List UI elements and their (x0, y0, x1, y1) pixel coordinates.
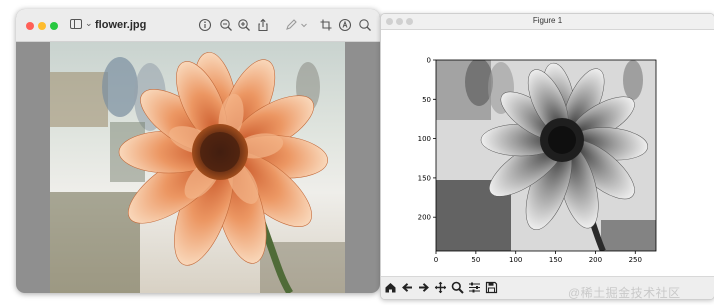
x-tick-label: 150 (549, 256, 562, 264)
zoom-in-icon[interactable] (237, 18, 251, 32)
x-tick-label: 250 (629, 256, 642, 264)
pan-icon[interactable] (434, 281, 447, 294)
share-icon[interactable] (256, 18, 270, 32)
crop-icon[interactable] (319, 18, 333, 32)
flower-photo (50, 42, 345, 293)
close-button[interactable] (26, 22, 34, 30)
figure-window: Figure 1 0 50 100 150 200 250 0 50 100 1… (380, 13, 714, 300)
figure-titlebar: Figure 1 (381, 14, 714, 30)
y-tick-label: 0 (427, 57, 431, 65)
configure-icon[interactable] (468, 281, 481, 294)
search-icon[interactable] (358, 18, 372, 32)
window-title: flower.jpg (95, 19, 147, 31)
figure-canvas[interactable]: 0 50 100 150 200 250 0 50 100 150 200 (381, 30, 714, 276)
zoom-window-button[interactable] (50, 22, 58, 30)
zoom-out-icon[interactable] (219, 18, 233, 32)
preview-window: ⌄ flower.jpg (16, 9, 380, 293)
x-tick-label: 100 (509, 256, 522, 264)
pen-icon[interactable] (284, 18, 298, 32)
pen-options-chevron-icon[interactable] (300, 18, 308, 32)
minimize-button[interactable] (38, 22, 46, 30)
preview-titlebar: ⌄ flower.jpg (16, 9, 380, 42)
grayscale-image (436, 60, 656, 251)
sidebar-icon[interactable] (70, 19, 82, 29)
y-axis: 0 50 100 150 200 (418, 57, 436, 222)
back-icon[interactable] (401, 281, 414, 294)
x-tick-label: 200 (589, 256, 602, 264)
chevron-down-icon[interactable]: ⌄ (85, 18, 93, 29)
forward-icon[interactable] (417, 281, 430, 294)
y-tick-label: 100 (418, 135, 431, 143)
zoom-icon[interactable] (451, 281, 464, 294)
home-icon[interactable] (384, 281, 397, 294)
save-icon[interactable] (485, 281, 498, 294)
info-icon[interactable] (198, 18, 212, 32)
figure-title: Figure 1 (532, 16, 563, 25)
y-tick-label: 50 (422, 96, 431, 104)
watermark: @稀土掘金技术社区 (568, 286, 681, 300)
markup-icon[interactable] (338, 18, 352, 32)
x-tick-label: 0 (434, 256, 438, 264)
x-tick-label: 50 (471, 256, 480, 264)
y-tick-label: 150 (418, 174, 431, 182)
x-axis: 0 50 100 150 200 250 (434, 251, 642, 264)
y-tick-label: 200 (418, 214, 431, 222)
